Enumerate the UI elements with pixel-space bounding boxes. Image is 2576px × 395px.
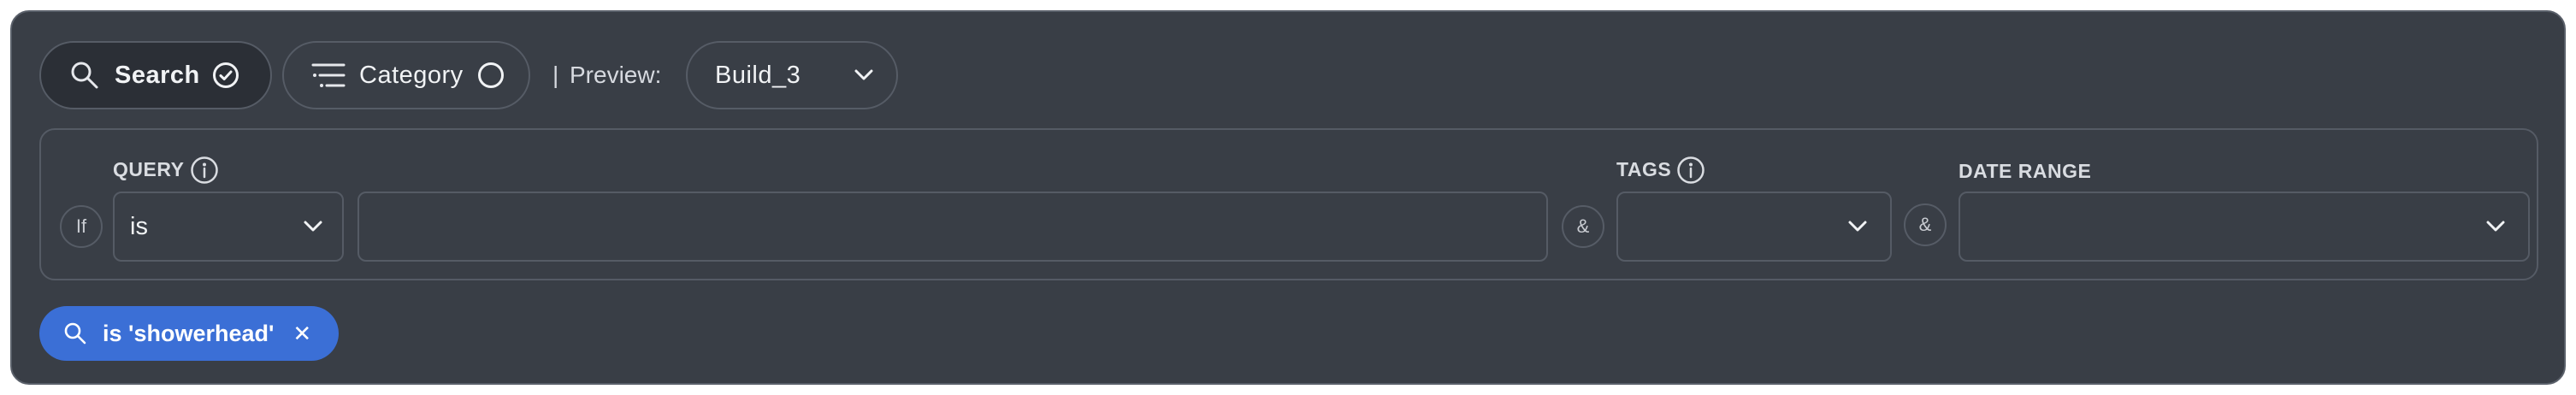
tags-info-icon[interactable] <box>1676 156 1705 185</box>
date-range-label: DATE RANGE <box>1959 159 2092 182</box>
if-badge: If <box>60 205 103 248</box>
active-filter-chip[interactable]: is 'showerhead' ✕ <box>39 306 339 361</box>
remove-filter-icon[interactable]: ✕ <box>292 321 311 347</box>
preview-label: Preview: <box>570 62 662 88</box>
and-join-2: & <box>1904 203 1947 246</box>
category-mode-label: Category <box>359 61 464 89</box>
chevron-down-icon <box>2485 220 2506 233</box>
chevron-down-icon <box>854 68 874 82</box>
query-operator-value: is <box>130 212 148 240</box>
filter-list-icon <box>311 61 346 90</box>
tags-select[interactable] <box>1616 192 1892 262</box>
empty-circle-icon <box>477 62 505 89</box>
category-mode-button[interactable]: Category <box>282 41 530 109</box>
tags-label: TAGS <box>1616 157 1672 180</box>
filter-panel: Search Category | Preview: Build_3 QUERY… <box>10 10 2566 385</box>
chevron-down-icon <box>1847 220 1868 233</box>
preview-separator: | <box>552 62 559 88</box>
query-label: QUERY <box>113 157 185 180</box>
active-filter-text: is 'showerhead' <box>103 320 275 346</box>
preview-build-select[interactable]: Build_3 <box>686 41 898 109</box>
search-icon <box>70 61 99 90</box>
query-value-input[interactable] <box>357 192 1548 262</box>
chevron-down-icon <box>303 220 323 233</box>
query-operator-select[interactable]: is <box>113 192 344 262</box>
preview-build-value: Build_3 <box>715 61 801 89</box>
check-circle-icon <box>212 62 239 89</box>
search-icon <box>63 321 87 345</box>
search-mode-label: Search <box>115 61 200 89</box>
search-mode-button[interactable]: Search <box>39 41 272 109</box>
date-range-select[interactable] <box>1959 192 2530 262</box>
and-join-1: & <box>1562 205 1604 248</box>
query-info-icon[interactable] <box>190 156 219 185</box>
